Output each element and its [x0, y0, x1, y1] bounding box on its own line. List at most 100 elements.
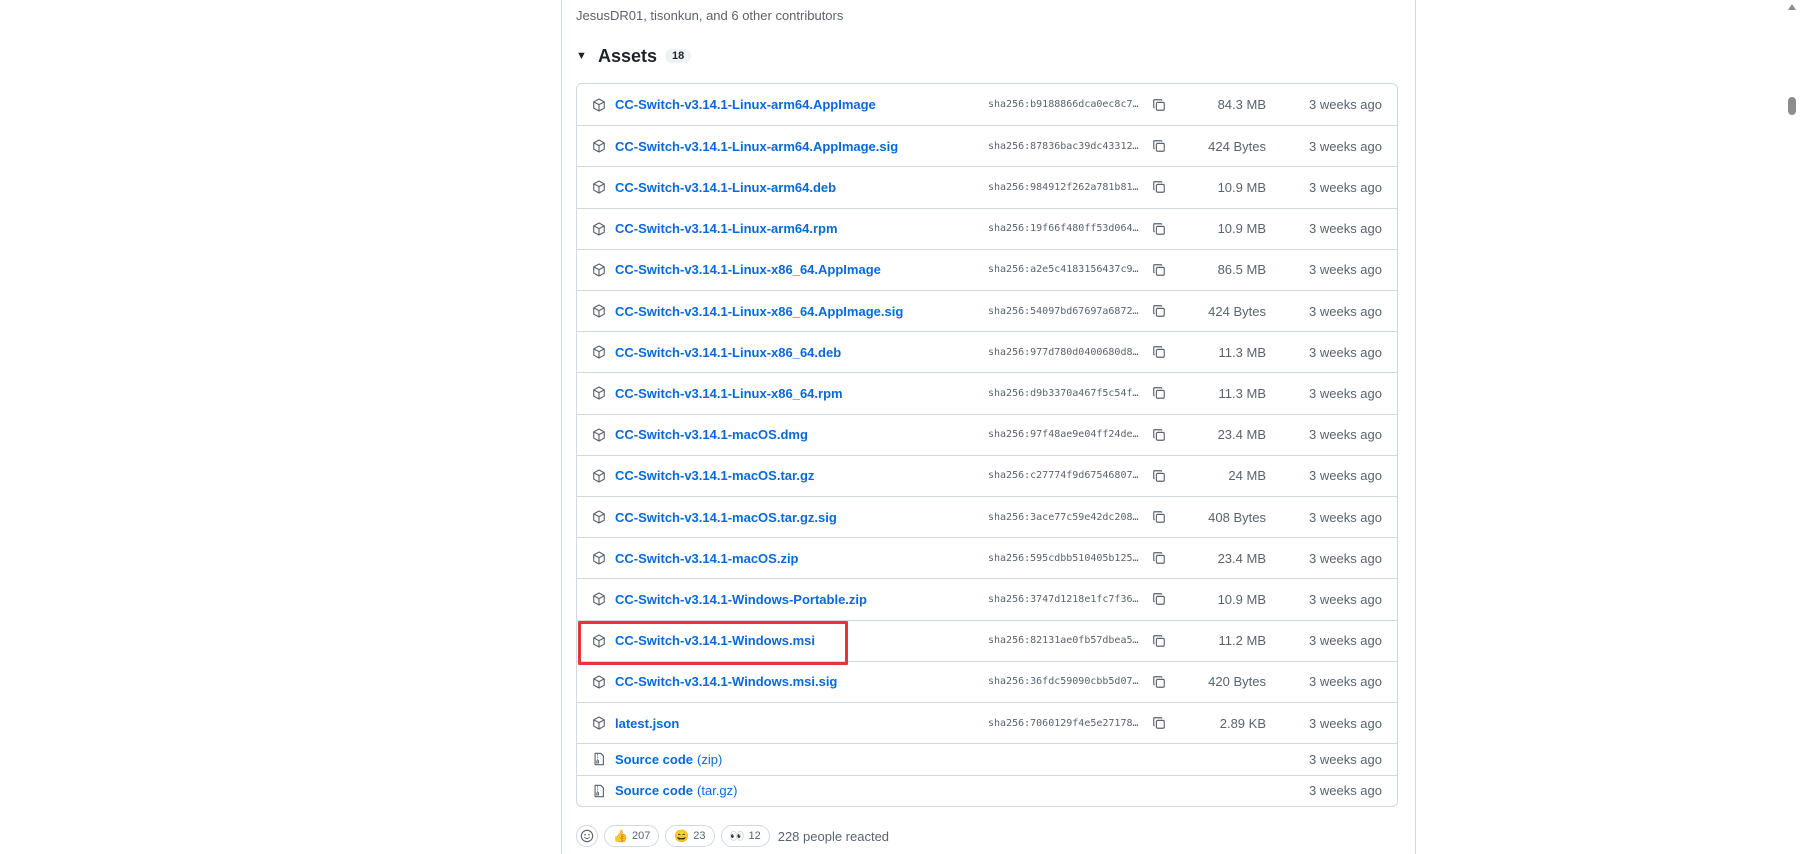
copy-sha-button[interactable] — [1152, 332, 1170, 372]
contributors-text: JesusDR01, tisonkun, and 6 other contrib… — [576, 8, 844, 23]
asset-date: 3 weeks ago — [1309, 509, 1382, 525]
copy-sha-button[interactable] — [1152, 456, 1170, 496]
asset-download-link[interactable]: CC-Switch-v3.14.1-Linux-arm64.AppImage — [615, 97, 876, 112]
sha-cell: sha256:c27774f9d67546807… — [988, 456, 1139, 496]
smiley-icon — [580, 829, 594, 843]
scroll-thumb[interactable] — [1788, 97, 1796, 115]
source-name-cell: Source code (tar.gz) — [615, 776, 738, 806]
copy-sha-button[interactable] — [1152, 250, 1170, 290]
asset-size: 424 Bytes — [1208, 138, 1266, 154]
copy-sha-button[interactable] — [1152, 662, 1170, 702]
asset-date: 3 weeks ago — [1309, 385, 1382, 401]
source-code-link[interactable]: Source code (zip) — [615, 752, 722, 767]
highlight-box — [578, 621, 848, 665]
sha-cell: sha256:36fdc59090cbb5d07… — [988, 662, 1139, 702]
copy-sha-button[interactable] — [1152, 579, 1170, 619]
asset-row: CC-Switch-v3.14.1-macOS.tar.gz sha256:c27… — [577, 454, 1397, 496]
date-cell: 3 weeks ago — [1309, 538, 1382, 578]
asset-download-link[interactable]: CC-Switch-v3.14.1-macOS.zip — [615, 551, 799, 566]
sha-cell: sha256:b9188866dca0ec8c7… — [988, 84, 1139, 125]
date-cell: 3 weeks ago — [1309, 167, 1382, 207]
asset-name-cell: CC-Switch-v3.14.1-Linux-x86_64.deb — [615, 332, 841, 372]
reaction-count: 207 — [631, 830, 651, 842]
copy-sha-button[interactable] — [1152, 291, 1170, 331]
reaction-laugh[interactable]: 😄 23 — [665, 825, 715, 847]
asset-date: 3 weeks ago — [1309, 715, 1382, 731]
asset-download-link[interactable]: CC-Switch-v3.14.1-Windows-Portable.zip — [615, 592, 867, 607]
asset-download-link[interactable]: CC-Switch-v3.14.1-Linux-arm64.deb — [615, 180, 836, 195]
copy-sha-button[interactable] — [1152, 703, 1170, 743]
copy-sha-button[interactable] — [1152, 84, 1170, 125]
asset-download-link[interactable]: CC-Switch-v3.14.1-Linux-arm64.AppImage.s… — [615, 139, 898, 154]
copy-icon — [1152, 716, 1166, 730]
scrollbar[interactable] — [1783, 0, 1800, 854]
asset-date: 3 weeks ago — [1309, 591, 1382, 607]
reaction-eyes[interactable]: 👀 12 — [720, 825, 770, 847]
source-code-row: Source code (zip) 3 weeks ago — [577, 743, 1397, 775]
asset-name-cell: CC-Switch-v3.14.1-macOS.tar.gz.sig — [615, 497, 837, 537]
asset-download-link[interactable]: CC-Switch-v3.14.1-Linux-x86_64.AppImage.… — [615, 304, 903, 319]
copy-sha-button[interactable] — [1152, 497, 1170, 537]
package-icon — [592, 209, 610, 249]
size-cell: 424 Bytes — [1208, 291, 1266, 331]
asset-size: 23.4 MB — [1217, 427, 1266, 443]
asset-download-link[interactable]: CC-Switch-v3.14.1-macOS.tar.gz — [615, 468, 814, 483]
copy-sha-button[interactable] — [1152, 621, 1170, 661]
size-cell: 11.3 MB — [1219, 332, 1266, 372]
asset-download-link[interactable]: CC-Switch-v3.14.1-Windows.msi.sig — [615, 674, 837, 689]
asset-download-link[interactable]: CC-Switch-v3.14.1-macOS.tar.gz.sig — [615, 510, 837, 525]
date-cell: 3 weeks ago — [1309, 662, 1382, 702]
add-reaction-button[interactable] — [576, 825, 598, 847]
sha-cell: sha256:54097bd67697a6872… — [988, 291, 1139, 331]
asset-row: CC-Switch-v3.14.1-Linux-arm64.rpm sha256:… — [577, 207, 1397, 249]
source-code-link[interactable]: Source code (tar.gz) — [615, 783, 738, 798]
asset-download-link[interactable]: latest.json — [615, 716, 679, 731]
asset-name-cell: CC-Switch-v3.14.1-Linux-x86_64.AppImage — [615, 250, 881, 290]
asset-row: CC-Switch-v3.14.1-macOS.dmg sha256:97f48a… — [577, 413, 1397, 455]
reaction-thumbs-up[interactable]: 👍 207 — [604, 825, 660, 847]
asset-size: 424 Bytes — [1208, 303, 1266, 319]
asset-date: 3 weeks ago — [1309, 221, 1382, 237]
copy-sha-button[interactable] — [1152, 373, 1170, 413]
reactions-bar: 👍 207 😄 23 👀 12 228 people reacted — [576, 824, 889, 848]
sha-cell: sha256:7060129f4e5e27178… — [988, 703, 1139, 743]
asset-download-link[interactable]: CC-Switch-v3.14.1-Linux-arm64.rpm — [615, 221, 838, 236]
copy-sha-button[interactable] — [1152, 126, 1170, 166]
assets-toggle[interactable]: ▼ Assets 18 — [576, 44, 692, 68]
asset-date: 3 weeks ago — [1309, 303, 1382, 319]
sha-cell: sha256:87836bac39dc43312… — [988, 126, 1139, 166]
package-icon — [592, 373, 610, 413]
sha-cell: sha256:3747d1218e1fc7f36… — [988, 579, 1139, 619]
laugh-icon: 😄 — [674, 829, 690, 843]
date-cell: 3 weeks ago — [1309, 776, 1382, 806]
copy-sha-button[interactable] — [1152, 538, 1170, 578]
asset-size: 86.5 MB — [1217, 262, 1266, 278]
size-cell: 10.9 MB — [1218, 579, 1266, 619]
source-code-format: (zip) — [697, 751, 723, 767]
source-code-format: (tar.gz) — [697, 783, 738, 799]
asset-row: CC-Switch-v3.14.1-Linux-x86_64.AppImage.… — [577, 290, 1397, 331]
source-name-cell: Source code (zip) — [615, 744, 722, 775]
date-cell: 3 weeks ago — [1309, 373, 1382, 413]
asset-size: 11.2 MB — [1218, 633, 1266, 649]
asset-sha256: sha256:54097bd67697a6872… — [988, 305, 1139, 317]
asset-date: 3 weeks ago — [1309, 262, 1382, 278]
asset-sha256: sha256:97f48ae9e04ff24de… — [988, 429, 1139, 441]
size-cell: 10.9 MB — [1218, 209, 1266, 249]
asset-date: 3 weeks ago — [1309, 751, 1382, 767]
asset-download-link[interactable]: CC-Switch-v3.14.1-Linux-x86_64.rpm — [615, 386, 843, 401]
copy-sha-button[interactable] — [1152, 167, 1170, 207]
copy-sha-button[interactable] — [1152, 415, 1170, 455]
asset-size: 10.9 MB — [1217, 591, 1266, 607]
package-icon — [592, 662, 610, 702]
sha-cell: sha256:82131ae0fb57dbea5… — [988, 621, 1139, 661]
asset-name-cell: latest.json — [615, 703, 679, 743]
copy-icon — [1152, 428, 1166, 442]
copy-sha-button[interactable] — [1152, 209, 1170, 249]
asset-date: 3 weeks ago — [1309, 674, 1382, 690]
package-icon — [592, 291, 610, 331]
scroll-up-icon[interactable] — [1788, 4, 1796, 10]
asset-download-link[interactable]: CC-Switch-v3.14.1-Linux-x86_64.AppImage — [615, 262, 881, 277]
asset-download-link[interactable]: CC-Switch-v3.14.1-macOS.dmg — [615, 427, 808, 442]
asset-download-link[interactable]: CC-Switch-v3.14.1-Linux-x86_64.deb — [615, 345, 841, 360]
